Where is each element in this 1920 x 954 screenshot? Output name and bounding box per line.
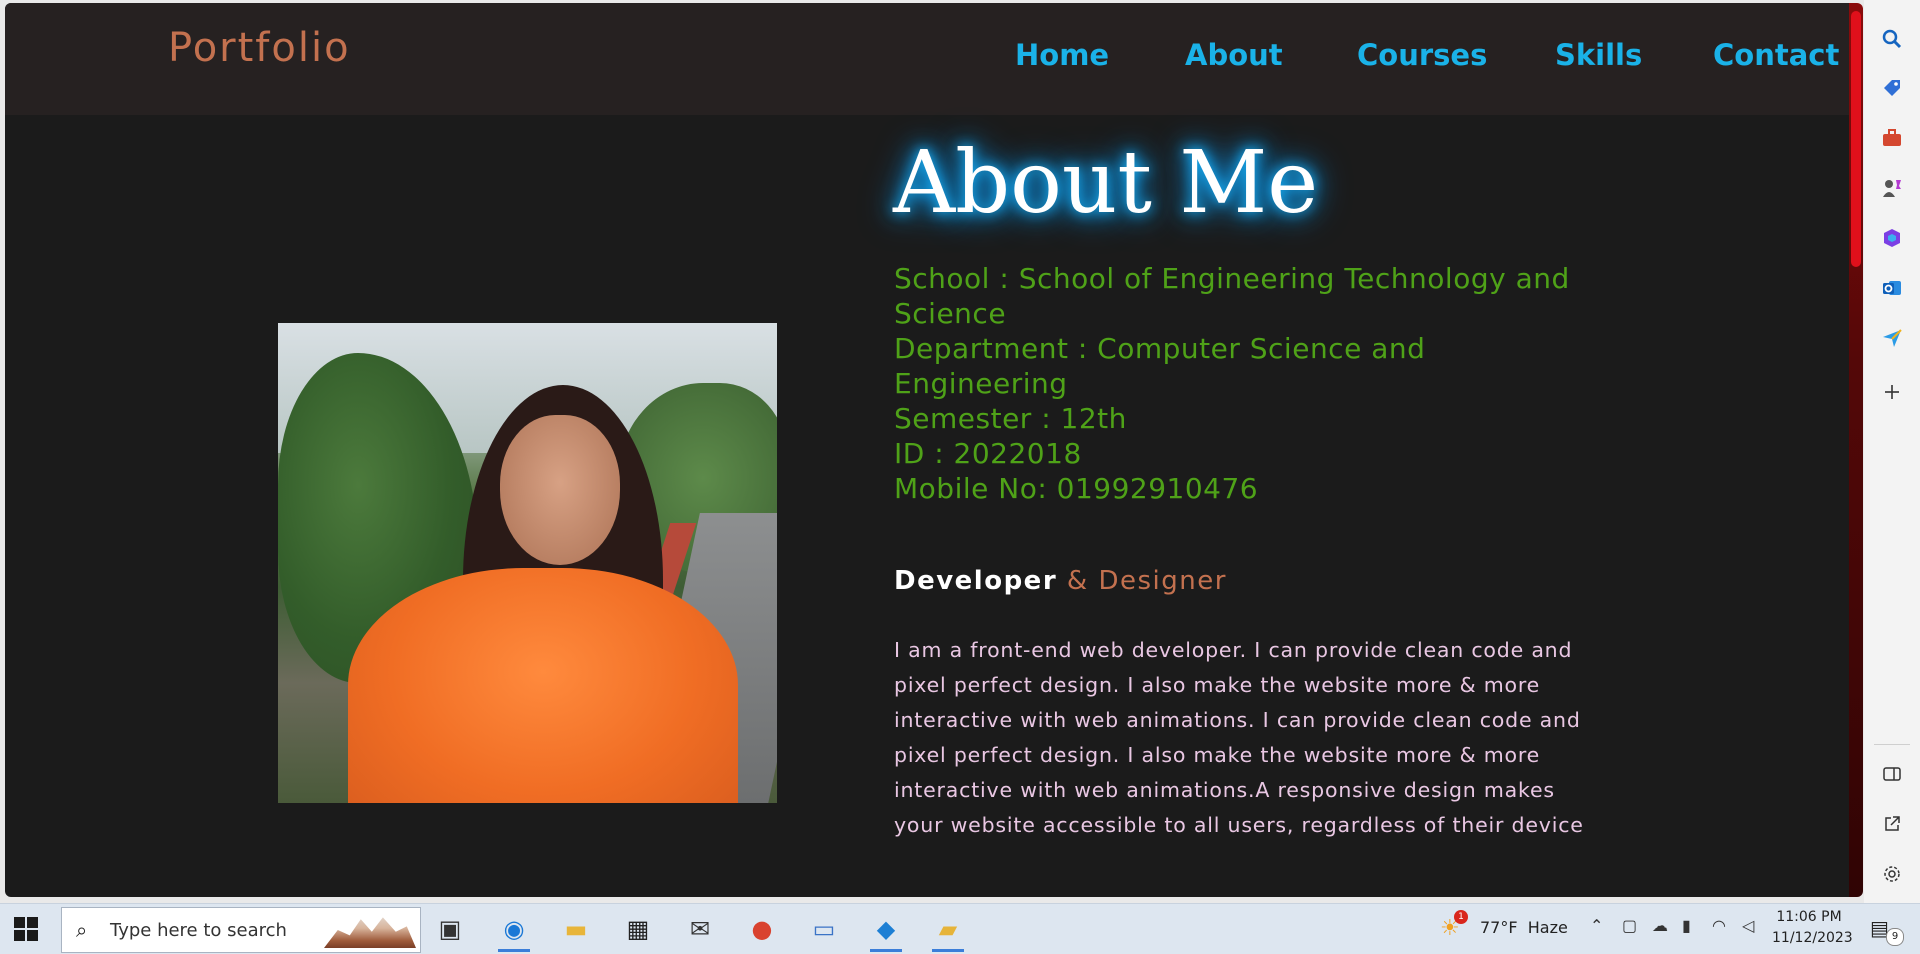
info-semester: Semester : 12th bbox=[894, 402, 1127, 435]
notification-icon[interactable]: ▤ 9 bbox=[1870, 916, 1904, 946]
edge-sidebar bbox=[1864, 0, 1920, 903]
edge-browser-icon[interactable]: ◉ bbox=[494, 909, 534, 952]
role-heading: Developer & Designer bbox=[894, 566, 1227, 596]
scrollbar-thumb[interactable] bbox=[1851, 11, 1861, 267]
photo-face bbox=[500, 415, 620, 565]
info-department: Department : Computer Science and Engine… bbox=[894, 332, 1426, 400]
start-button[interactable] bbox=[14, 917, 38, 941]
search-placeholder: Type here to search bbox=[110, 920, 287, 941]
nav-link-home[interactable]: Home bbox=[1015, 38, 1109, 72]
navbar: Portfolio Home About Courses Skills Cont… bbox=[5, 3, 1849, 115]
wifi-icon[interactable]: ◠ bbox=[1712, 916, 1726, 935]
store-icon[interactable]: ▦ bbox=[618, 909, 658, 949]
photo-dress bbox=[348, 568, 738, 803]
clock[interactable]: 11:06 PM 11/12/2023 bbox=[1772, 907, 1853, 949]
send-icon[interactable] bbox=[1878, 324, 1906, 352]
taskbar: ⌕ Type here to search ▣ ◉ ▬ ▦ ✉ ● ▭ ◆ ▰ … bbox=[0, 903, 1920, 954]
vscode-icon[interactable]: ◆ bbox=[866, 909, 906, 952]
this-pc-icon[interactable]: ▭ bbox=[804, 909, 844, 949]
meet-icon[interactable]: ▢ bbox=[1622, 916, 1637, 935]
role-primary: Developer bbox=[894, 566, 1058, 596]
nav-link-contact[interactable]: Contact bbox=[1713, 38, 1839, 72]
taskbar-search-box[interactable]: ⌕ Type here to search bbox=[61, 907, 421, 953]
panel-icon[interactable] bbox=[1878, 760, 1906, 788]
weather-badge: 1 bbox=[1454, 910, 1468, 924]
info-id: ID : 2022018 bbox=[894, 437, 1082, 470]
folder-icon[interactable]: ▰ bbox=[928, 909, 968, 952]
notification-badge: 9 bbox=[1886, 928, 1904, 946]
gear-icon[interactable] bbox=[1878, 860, 1906, 888]
bio-paragraph: I am a front-end web developer. I can pr… bbox=[894, 638, 1584, 837]
nav-link-about[interactable]: About bbox=[1185, 38, 1283, 72]
external-link-icon[interactable] bbox=[1878, 810, 1906, 838]
info-mobile: Mobile No: 01992910476 bbox=[894, 472, 1259, 505]
windows-logo-icon bbox=[14, 917, 25, 928]
search-highlight-image bbox=[324, 917, 416, 948]
clock-time: 11:06 PM bbox=[1776, 909, 1842, 925]
weather-temp: 77°F bbox=[1480, 918, 1518, 937]
browser-viewport: Portfolio Home About Courses Skills Cont… bbox=[5, 3, 1849, 897]
battery-icon[interactable]: ▮ bbox=[1682, 916, 1691, 935]
clock-date: 11/12/2023 bbox=[1772, 930, 1853, 946]
info-school: School : School of Engineering Technolog… bbox=[894, 262, 1570, 330]
sidebar-divider bbox=[1874, 744, 1910, 745]
plus-icon[interactable] bbox=[1878, 378, 1906, 406]
search-icon: ⌕ bbox=[76, 918, 88, 942]
mail-icon[interactable]: ✉ bbox=[680, 909, 720, 949]
file-explorer-icon[interactable]: ▬ bbox=[556, 909, 596, 949]
weather-text: 77°F Haze bbox=[1480, 918, 1568, 937]
windows-logo-icon bbox=[27, 917, 38, 928]
nav-link-skills[interactable]: Skills bbox=[1555, 38, 1642, 72]
games-icon[interactable] bbox=[1878, 174, 1906, 202]
nav-links: Home About Courses Skills Contact bbox=[5, 38, 1849, 78]
outlook-icon[interactable] bbox=[1878, 274, 1906, 302]
search-icon[interactable] bbox=[1878, 25, 1906, 53]
toolbox-icon[interactable] bbox=[1878, 124, 1906, 152]
windows-logo-icon bbox=[27, 930, 38, 941]
windows-logo-icon bbox=[14, 930, 25, 941]
about-title: About Me bbox=[893, 133, 1319, 233]
tag-icon[interactable] bbox=[1878, 74, 1906, 102]
weather-condition: Haze bbox=[1527, 918, 1568, 937]
office-icon[interactable] bbox=[1878, 224, 1906, 252]
page-scrollbar[interactable] bbox=[1849, 3, 1863, 897]
volume-icon[interactable]: ◁ bbox=[1742, 916, 1754, 935]
role-secondary: & Designer bbox=[1066, 566, 1227, 596]
profile-photo bbox=[278, 323, 777, 803]
task-view-icon[interactable]: ▣ bbox=[430, 909, 470, 949]
nav-link-courses[interactable]: Courses bbox=[1357, 38, 1487, 72]
cloud-icon[interactable]: ☁ bbox=[1652, 916, 1668, 935]
info-block: School : School of Engineering Technolog… bbox=[894, 261, 1574, 506]
chrome-icon[interactable]: ● bbox=[742, 909, 782, 949]
chevron-up-icon[interactable]: ⌃ bbox=[1590, 916, 1603, 935]
